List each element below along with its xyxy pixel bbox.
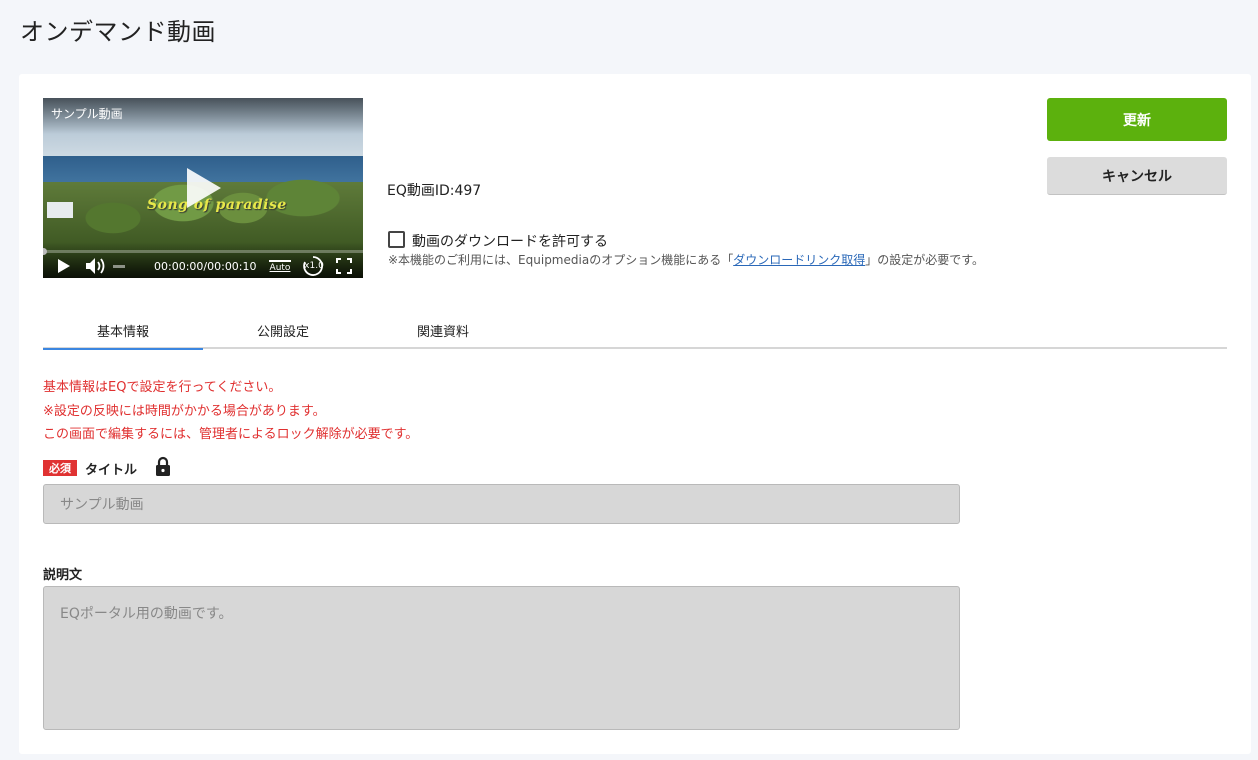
note-prefix: ※本機能のご利用には、Equipmediaのオプション機能にある「 — [388, 253, 734, 267]
page-title: オンデマンド動画 — [20, 18, 216, 46]
tab-related-materials[interactable]: 関連資料 — [363, 312, 523, 349]
title-input[interactable]: サンプル動画 — [43, 484, 960, 524]
download-checkbox[interactable] — [388, 231, 405, 248]
volume-slider[interactable] — [113, 257, 125, 275]
description-label: 説明文 — [43, 568, 83, 583]
video-house — [47, 202, 73, 218]
eq-video-id: EQ動画ID:497 — [387, 183, 482, 199]
download-note: ※本機能のご利用には、Equipmediaのオプション機能にある「ダウンロードリ… — [388, 250, 1018, 270]
tab-bar: 基本情報 公開設定 関連資料 — [43, 312, 1227, 350]
quality-button[interactable]: Auto — [268, 257, 292, 275]
download-label[interactable]: 動画のダウンロードを許可する — [412, 231, 608, 251]
speed-button[interactable]: x1.0 — [302, 256, 326, 276]
note-suffix: 」の設定が必要です。 — [865, 253, 985, 267]
big-play-icon[interactable] — [183, 166, 223, 210]
tab-basic-info[interactable]: 基本情報 — [43, 312, 203, 350]
download-link-setting-link[interactable]: ダウンロードリンク取得 — [733, 253, 865, 267]
description-textarea[interactable]: EQポータル用の動画です。 — [43, 586, 960, 730]
video-time: 00:00:00/00:00:10 — [154, 259, 257, 273]
video-progress-bar[interactable] — [43, 248, 363, 255]
volume-icon[interactable] — [85, 257, 107, 275]
fullscreen-icon[interactable] — [336, 257, 352, 275]
tab-publish-settings[interactable]: 公開設定 — [203, 312, 363, 349]
update-button[interactable]: 更新 — [1047, 98, 1227, 141]
warning-line-1: 基本情報はEQで設定を行ってください。 — [43, 380, 282, 395]
cancel-button[interactable]: キャンセル — [1047, 157, 1227, 195]
warning-line-2: ※設定の反映には時間がかかる場合があります。 — [43, 404, 326, 419]
warning-line-3: この画面で編集するには、管理者によるロック解除が必要です。 — [43, 427, 419, 442]
quality-label: Auto — [269, 262, 291, 273]
video-controls: 00:00:00/00:00:10 Auto x1.0 — [43, 242, 363, 278]
content-card: サンプル動画 Song of paradise 00:00:00/00:00:1… — [19, 74, 1251, 754]
title-label: タイトル — [85, 463, 138, 478]
video-player[interactable]: サンプル動画 Song of paradise 00:00:00/00:00:1… — [43, 98, 363, 278]
video-title: サンプル動画 — [51, 107, 123, 121]
required-badge: 必須 — [43, 460, 77, 476]
lock-icon — [156, 456, 170, 476]
speed-label: x1.0 — [304, 261, 324, 271]
video-progress-handle[interactable] — [43, 248, 47, 255]
play-icon[interactable] — [57, 257, 71, 275]
